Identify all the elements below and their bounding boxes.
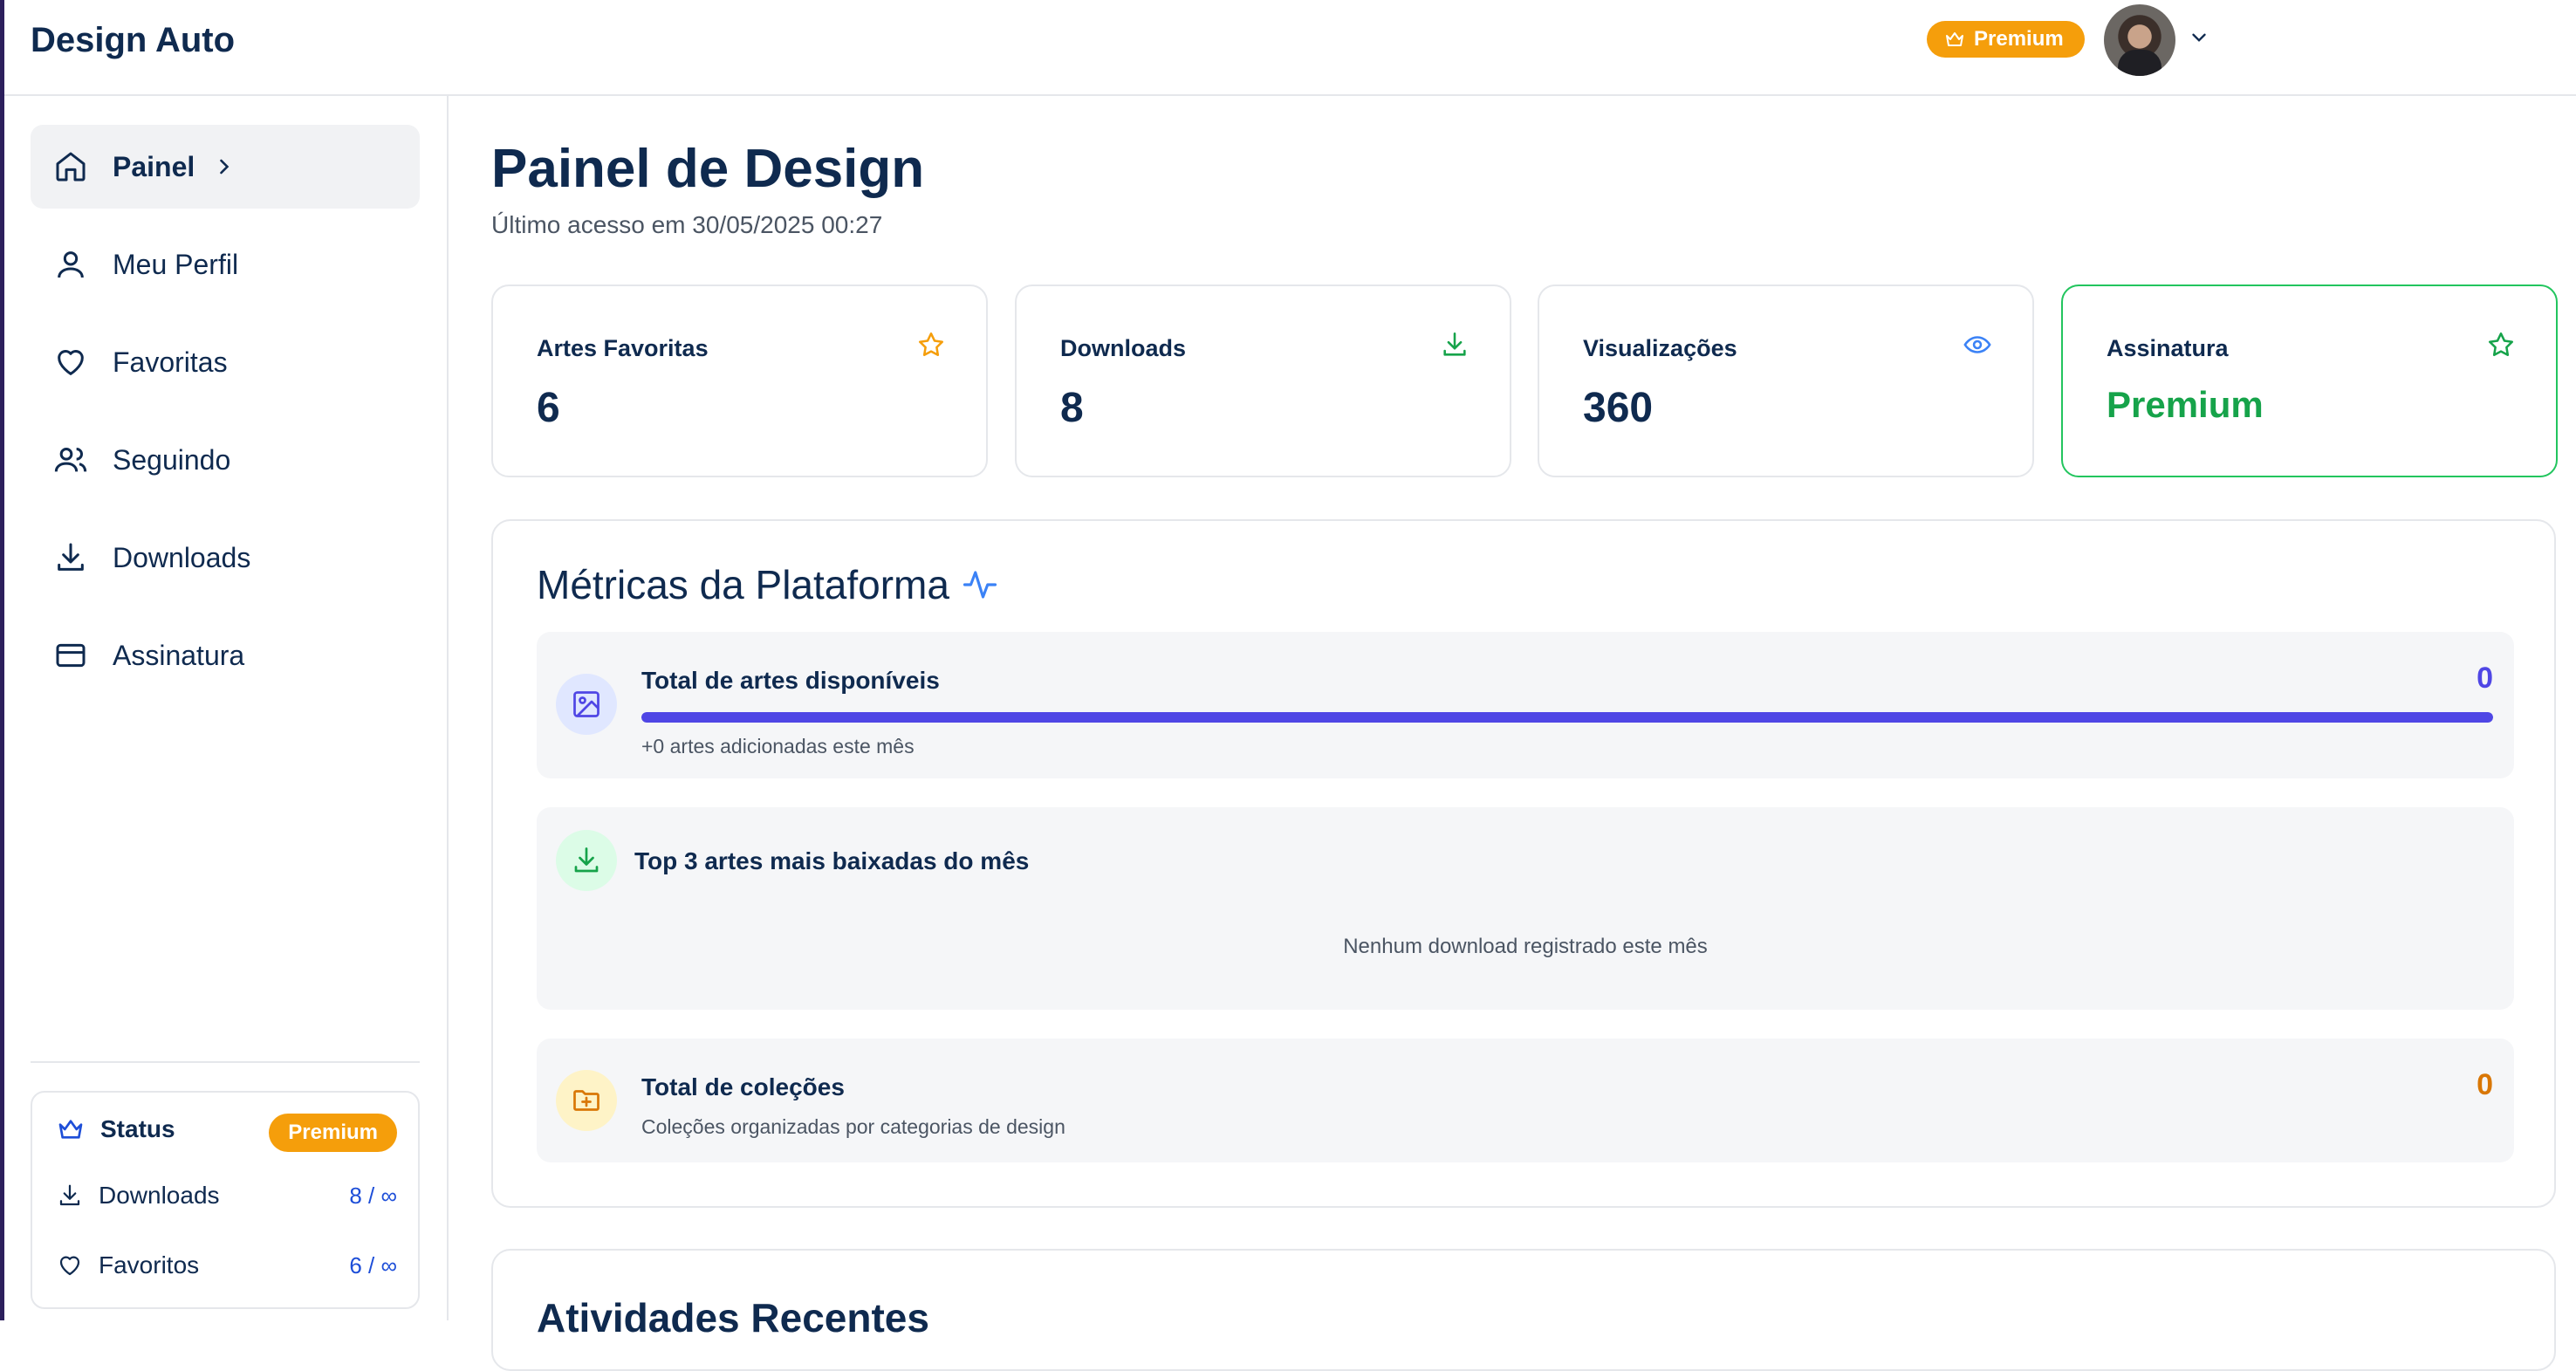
image-icon xyxy=(573,691,599,717)
sidebar-item-favoritas[interactable]: Favoritas xyxy=(31,320,420,404)
sidebar-item-label: Favoritas xyxy=(113,346,228,378)
premium-badge[interactable]: Premium xyxy=(1927,21,2085,58)
stat-card-favoritas[interactable]: Artes Favoritas 6 xyxy=(491,284,988,477)
status-row-favoritos: Favoritos 6 / ∞ xyxy=(57,1251,397,1279)
status-row-value: 6 / ∞ xyxy=(349,1251,397,1278)
download-icon xyxy=(574,847,599,873)
top-bar: Design Auto Premium xyxy=(4,0,2576,96)
eye-icon xyxy=(1963,336,1991,353)
sidebar-divider xyxy=(31,1061,420,1063)
sidebar-item-meu-perfil[interactable]: Meu Perfil xyxy=(31,223,420,306)
status-row-value: 8 / ∞ xyxy=(349,1182,397,1209)
panel-title: Top 3 artes mais baixadas do mês xyxy=(634,847,1030,874)
download-icon xyxy=(1443,332,1466,356)
metrics-title: Métricas da Plataforma xyxy=(537,561,998,608)
sidebar: Painel Meu Perfil Favoritas Seguindo Dow… xyxy=(4,96,449,1320)
panel-sub: Coleções organizadas por categorias de d… xyxy=(641,1115,1065,1138)
brand-logo[interactable]: Design Auto xyxy=(31,21,235,60)
stat-card-downloads[interactable]: Downloads 8 xyxy=(1015,284,1511,477)
stat-value: Premium xyxy=(2107,384,2264,425)
user-icon xyxy=(58,251,84,278)
status-row-downloads: Downloads 8 / ∞ xyxy=(57,1182,397,1210)
panel-artes-disponiveis: Total de artes disponíveis 0 +0 artes ad… xyxy=(537,632,2514,778)
crown-icon xyxy=(1946,32,1963,46)
progress-fill xyxy=(641,712,2493,723)
chevron-right-icon xyxy=(220,159,230,175)
panel-title: Total de artes disponíveis xyxy=(641,667,940,694)
status-badge: Premium xyxy=(269,1114,397,1152)
panel-colecoes: Total de coleções 0 Coleções organizadas… xyxy=(537,1039,2514,1162)
stat-value: 6 xyxy=(537,385,560,431)
sidebar-item-downloads[interactable]: Downloads xyxy=(31,516,420,600)
recent-activity-card: Atividades Recentes xyxy=(491,1249,2556,1371)
download-icon-wrap xyxy=(556,830,617,891)
heart-icon xyxy=(58,350,84,375)
progress-bar xyxy=(641,712,2493,723)
download-icon xyxy=(59,1184,80,1206)
sidebar-item-label: Seguindo xyxy=(113,443,231,476)
sidebar-item-label: Assinatura xyxy=(113,639,245,671)
stat-label: Artes Favoritas xyxy=(537,335,709,361)
recent-activity-title: Atividades Recentes xyxy=(537,1295,929,1340)
folder-plus-icon xyxy=(573,1090,599,1111)
sidebar-item-assinatura[interactable]: Assinatura xyxy=(31,614,420,697)
sidebar-item-seguindo[interactable]: Seguindo xyxy=(31,418,420,502)
heart-icon xyxy=(59,1256,80,1276)
avatar[interactable] xyxy=(2104,4,2175,76)
status-title-label: Status xyxy=(100,1115,175,1142)
premium-badge-label: Premium xyxy=(1974,27,2064,51)
panel-value: 0 xyxy=(2477,662,2493,695)
panel-top-downloads: Top 3 artes mais baixadas do mês Nenhum … xyxy=(537,807,2514,1010)
stat-label: Downloads xyxy=(1060,335,1187,361)
page-title: Painel de Design xyxy=(491,139,925,199)
activity-icon xyxy=(963,571,997,599)
stat-card-assinatura[interactable]: Assinatura Premium xyxy=(2061,284,2558,477)
sidebar-item-painel[interactable]: Painel xyxy=(31,125,420,209)
image-icon-wrap xyxy=(556,674,617,735)
download-icon xyxy=(58,543,84,571)
metrics-title-label: Métricas da Plataforma xyxy=(537,562,949,607)
stat-value: 360 xyxy=(1583,385,1654,431)
sidebar-item-label: Painel xyxy=(113,150,195,182)
panel-title: Total de coleções xyxy=(641,1073,845,1100)
crown-icon xyxy=(58,1120,83,1139)
status-title: Status xyxy=(57,1115,175,1143)
panel-sub: +0 artes adicionadas este mês xyxy=(641,735,915,757)
chevron-down-icon[interactable] xyxy=(2188,26,2210,49)
star-icon xyxy=(918,332,944,357)
stat-card-visualizacoes[interactable]: Visualizações 360 xyxy=(1538,284,2034,477)
sidebar-item-label: Meu Perfil xyxy=(113,248,239,280)
credit-card-icon xyxy=(56,643,86,668)
folder-icon-wrap xyxy=(556,1070,617,1131)
sidebar-item-label: Downloads xyxy=(113,541,251,573)
stat-label: Visualizações xyxy=(1583,335,1737,361)
stat-value: 8 xyxy=(1060,385,1084,431)
metrics-card: Métricas da Plataforma Total de artes di… xyxy=(491,519,2556,1208)
users-icon xyxy=(54,448,87,472)
last-access-text: Último acesso em 30/05/2025 00:27 xyxy=(491,211,883,238)
status-row-label: Downloads xyxy=(99,1182,220,1209)
status-row-label: Favoritos xyxy=(99,1251,200,1278)
empty-message: Nenhum download registrado este mês xyxy=(1343,935,1708,958)
home-icon xyxy=(56,152,86,182)
status-card: Status Premium Downloads 8 / ∞ Favoritos… xyxy=(31,1091,420,1309)
panel-value: 0 xyxy=(2477,1068,2493,1101)
star-icon xyxy=(2488,332,2514,357)
stat-label: Assinatura xyxy=(2107,335,2229,361)
